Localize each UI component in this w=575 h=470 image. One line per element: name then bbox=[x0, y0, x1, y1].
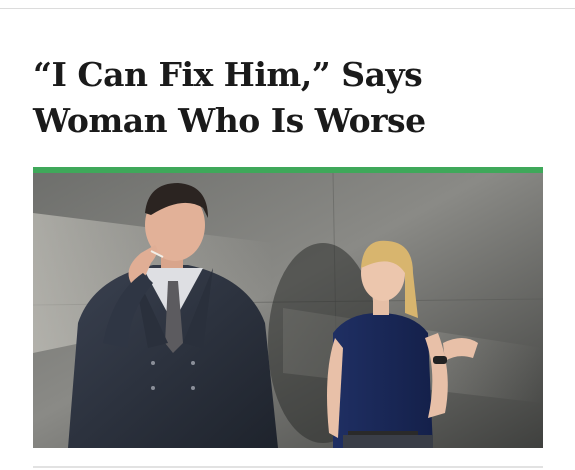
article-headline[interactable]: “I Can Fix Him,” Says Woman Who Is Worse bbox=[33, 52, 553, 144]
headline-line-2: Woman Who Is Worse bbox=[33, 101, 426, 140]
top-divider bbox=[0, 8, 575, 9]
article-page: “I Can Fix Him,” Says Woman Who Is Worse bbox=[0, 0, 575, 470]
bottom-divider bbox=[33, 466, 543, 468]
headline-line-1: “I Can Fix Him,” Says bbox=[33, 55, 423, 94]
photo-illustration bbox=[33, 173, 543, 448]
article-photo[interactable] bbox=[33, 173, 543, 448]
